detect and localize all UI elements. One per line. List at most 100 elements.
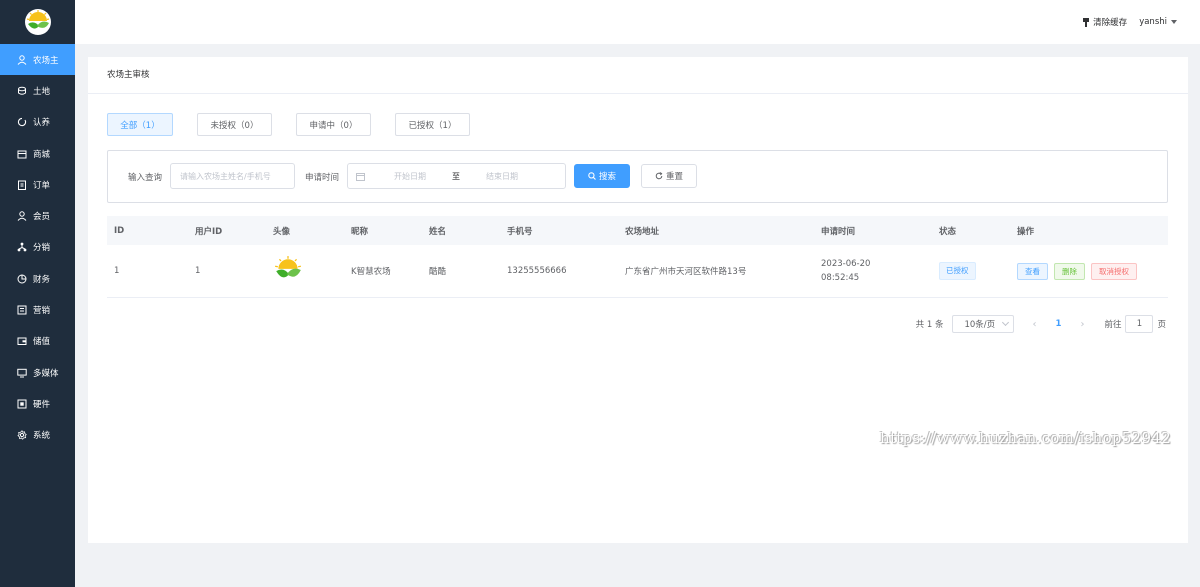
sidebar-item-label: 土地 (33, 86, 51, 97)
cell-address: 广东省广州市天河区软件路13号 (625, 267, 747, 277)
marketing-icon (17, 305, 27, 315)
reset-button-label: 重置 (665, 172, 683, 182)
sidebar-item-4[interactable]: 订单 (0, 169, 75, 200)
date-range-picker[interactable]: 开始日期 至 结束日期 (347, 163, 566, 189)
adopt-icon (17, 117, 27, 127)
farm-logo-icon (24, 9, 51, 35)
sidebar-item-9[interactable]: 储值 (0, 326, 75, 357)
tab-unauthorized[interactable]: 未授权（0） (197, 113, 272, 136)
sidebar-item-3[interactable]: 商城 (0, 138, 75, 169)
order-icon (17, 180, 27, 190)
cell-apply-time: 2023-06-20 08:52:45 (814, 257, 932, 285)
page-size-select[interactable]: 10条/页 (952, 315, 1015, 333)
sidebar-item-7[interactable]: 财务 (0, 263, 75, 294)
top-header: 清除缓存 yanshi (75, 0, 1200, 44)
gear-icon (17, 430, 27, 440)
search-button-label: 搜索 (598, 172, 616, 182)
sidebar-item-label: 会员 (33, 212, 51, 223)
tab-authorized[interactable]: 已授权（1） (395, 113, 470, 136)
col-nickname: 昵称 (351, 226, 369, 237)
page-size-value: 10条/页 (964, 320, 996, 330)
tab-all[interactable]: 全部（1） (107, 113, 173, 136)
cell-status: 已授权 (932, 262, 1010, 280)
caret-down-icon (1171, 20, 1177, 24)
pagination: 共 1 条 10条/页 ‹ 1 › 前往 1 页 (916, 315, 1166, 333)
sidebar-item-label: 农场主 (33, 55, 59, 66)
search-button[interactable]: 搜索 (574, 164, 630, 188)
status-badge: 已授权 (939, 262, 976, 280)
sidebar-item-10[interactable]: 多媒体 (0, 357, 75, 388)
sidebar-item-label: 商城 (33, 149, 51, 160)
goto-label: 前往 (1104, 320, 1122, 330)
user-menu[interactable]: yanshi (1139, 17, 1177, 27)
cell-name: 酷酷 (429, 267, 447, 277)
refresh-icon (655, 172, 663, 180)
goto-suffix: 页 (1157, 320, 1166, 330)
range-separator: 至 (452, 171, 460, 181)
logo[interactable] (0, 0, 75, 44)
page-title: 农场主审核 (88, 57, 1188, 94)
search-input[interactable]: 请输入农场主姓名/手机号 (170, 163, 295, 189)
goto-page-input[interactable]: 1 (1125, 315, 1154, 333)
clear-cache-label: 清除缓存 (1093, 18, 1128, 28)
apply-clock: 08:52:45 (821, 273, 860, 283)
sidebar-item-label: 订单 (33, 180, 51, 191)
clear-cache-button[interactable]: 清除缓存 (1082, 16, 1127, 28)
time-label: 申请时间 (305, 173, 340, 183)
col-apply-time: 申请时间 (821, 226, 856, 237)
cell-user-id: 1 (195, 266, 201, 276)
sidebar-item-5[interactable]: 会员 (0, 200, 75, 231)
delete-button[interactable]: 删除 (1054, 262, 1085, 280)
col-status: 状态 (939, 226, 957, 237)
sidebar-item-8[interactable]: 营销 (0, 294, 75, 325)
page-number[interactable]: 1 (1046, 319, 1070, 329)
start-date-input[interactable]: 开始日期 (375, 171, 445, 182)
tab-applying[interactable]: 申请中（0） (296, 113, 371, 136)
sidebar-item-label: 营销 (33, 306, 51, 317)
sidebar-item-2[interactable]: 认养 (0, 107, 75, 138)
status-tabs: 全部（1） 未授权（0） 申请中（0） 已授权（1） (107, 113, 494, 136)
finance-icon (17, 274, 27, 284)
watermark: https://www.huzhan.com/ishop52942 (880, 429, 1172, 447)
col-address: 农场地址 (625, 226, 660, 237)
view-button[interactable]: 查看 (1017, 262, 1048, 280)
total-count: 共 1 条 (915, 320, 944, 330)
cell-nickname: K智慧农场 (351, 267, 391, 277)
sidebar-item-11[interactable]: 硬件 (0, 388, 75, 419)
reset-button[interactable]: 重置 (641, 164, 697, 188)
apply-date: 2023-06-20 (821, 259, 871, 269)
main-card: 农场主审核 全部（1） 未授权（0） 申请中（0） 已授权（1） 输入查询 请输… (88, 57, 1188, 543)
avatar (275, 255, 301, 277)
farmer-table: ID 用户ID 头像 昵称 姓名 手机号 农场地址 申请时间 状态 操作 1 1… (107, 216, 1168, 298)
sidebar-item-12[interactable]: 系统 (0, 420, 75, 451)
sidebar-item-label: 储值 (33, 337, 51, 348)
col-phone: 手机号 (507, 226, 533, 237)
cell-phone: 13255556666 (507, 266, 567, 276)
chevron-down-icon (1002, 318, 1010, 327)
member-icon (17, 211, 27, 221)
sidebar-item-label: 财务 (33, 274, 51, 285)
username: yanshi (1139, 17, 1167, 27)
sidebar-item-label: 多媒体 (33, 368, 59, 379)
cell-actions: 查看 删除 取消授权 (1010, 262, 1168, 280)
sidebar-item-6[interactable]: 分销 (0, 232, 75, 263)
col-avatar: 头像 (273, 226, 291, 237)
col-user-id: 用户ID (195, 226, 223, 237)
next-page-icon[interactable]: › (1070, 319, 1094, 330)
col-id: ID (114, 225, 125, 236)
user-icon (17, 54, 27, 65)
prev-page-icon[interactable]: ‹ (1022, 319, 1046, 330)
col-name: 姓名 (429, 226, 447, 237)
search-icon (588, 172, 596, 180)
calendar-icon (356, 172, 365, 181)
sidebar-item-1[interactable]: 土地 (0, 75, 75, 106)
end-date-input[interactable]: 结束日期 (467, 171, 537, 182)
shop-icon (17, 149, 27, 159)
revoke-auth-button[interactable]: 取消授权 (1091, 262, 1137, 280)
query-label: 输入查询 (128, 173, 163, 183)
sidebar: 农场主土地认养商城订单会员分销财务营销储值多媒体硬件 系统 (0, 0, 75, 587)
sidebar-item-0[interactable]: 农场主 (0, 44, 75, 76)
cell-avatar (266, 255, 344, 288)
cell-id: 1 (114, 266, 120, 276)
sidebar-item-label: 认养 (33, 118, 51, 129)
